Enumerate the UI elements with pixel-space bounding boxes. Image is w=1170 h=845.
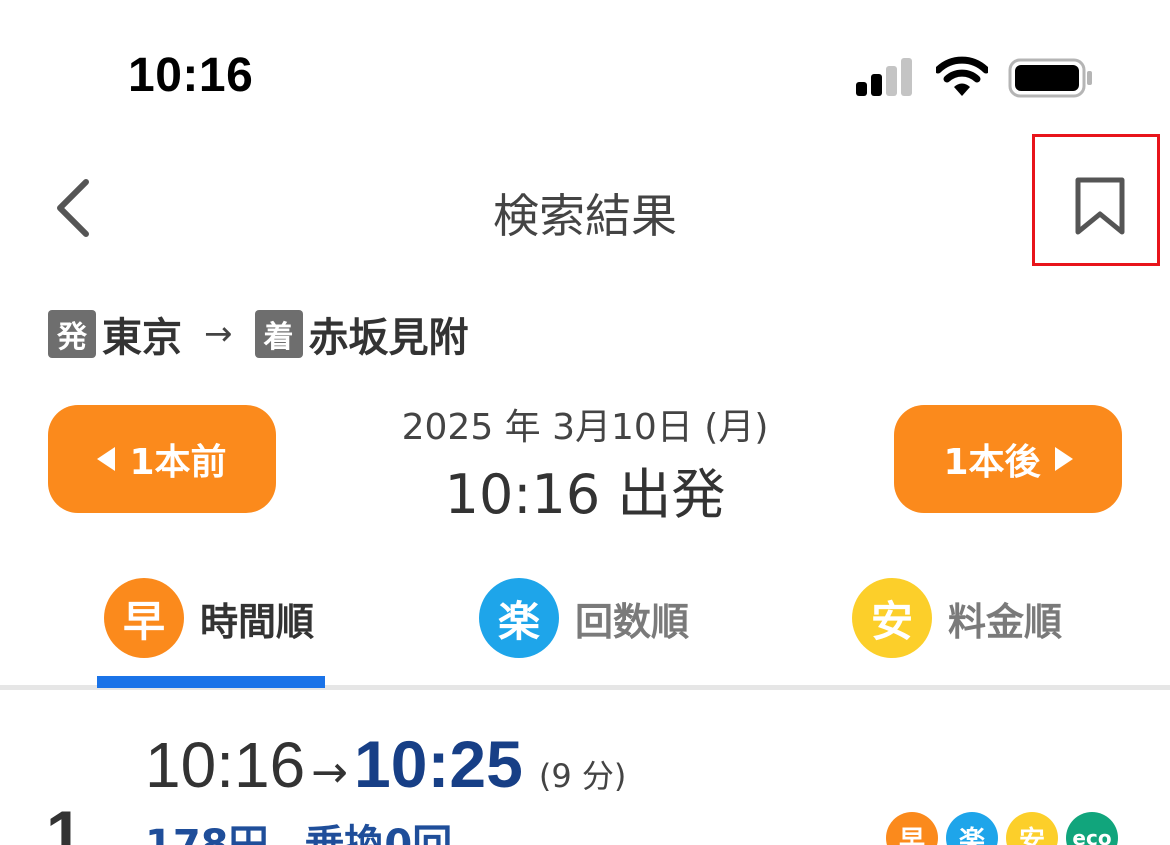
result-arrival-time: 10:25 (354, 727, 523, 801)
result-badges: 早 楽 安 eco (886, 812, 1126, 845)
fast-badge: 早 (886, 812, 938, 845)
next-train-button[interactable]: 1本後 (894, 405, 1122, 513)
departure-tag: 発 (48, 310, 96, 358)
tab-label: 時間順 (200, 599, 315, 644)
bookmark-button[interactable] (1032, 134, 1160, 266)
departure-time-label: 10:16 出発 (444, 463, 726, 526)
selected-tab-indicator (97, 676, 325, 688)
tab-label: 回数順 (575, 599, 690, 644)
result-times[interactable]: 10:16 → 10:25 (9 分) (145, 726, 627, 801)
tab-fare-order[interactable]: 安 料金順 (852, 578, 1062, 658)
result-departure-time: 10:16 (145, 729, 306, 801)
tab-transfer-order[interactable]: 楽 回数順 (479, 578, 689, 658)
bookmark-icon (1075, 177, 1125, 235)
result-arrow: → (311, 747, 349, 798)
triangle-left-icon (97, 447, 116, 471)
previous-train-label: 1本前 (129, 442, 227, 483)
previous-train-button[interactable]: 1本前 (48, 405, 276, 513)
result-fare-line: 178円 乗換0回 (145, 812, 452, 845)
arrival-station: 赤坂見附 (308, 315, 469, 361)
next-train-label: 1本後 (943, 442, 1041, 483)
eco-badge: eco (1066, 812, 1118, 845)
easy-icon: 楽 (479, 578, 559, 658)
easy-badge: 楽 (946, 812, 998, 845)
cheap-badge: 安 (1006, 812, 1058, 845)
route-summary: 発 東京 → 着 赤坂見附 (48, 306, 469, 362)
result-duration: (9 分) (538, 757, 627, 795)
cellular-signal-icon (856, 58, 914, 96)
tab-label: 料金順 (948, 599, 1063, 644)
result-transfers: 乗換0回 (304, 822, 453, 845)
status-time: 10:16 (128, 49, 254, 102)
wifi-icon (936, 56, 988, 96)
result-fare: 178円 (145, 822, 269, 845)
route-arrow: → (204, 314, 233, 354)
triangle-right-icon (1054, 447, 1073, 471)
search-date: 2025 年 3月10日 (月) (401, 407, 769, 448)
tab-time-order[interactable]: 早 時間順 (104, 578, 314, 658)
fast-icon: 早 (104, 578, 184, 658)
cheap-icon: 安 (852, 578, 932, 658)
result-index: 1 (46, 797, 83, 845)
battery-icon (1008, 58, 1092, 98)
page-title: 検索結果 (493, 189, 677, 243)
departure-station: 東京 (102, 315, 182, 361)
arrival-tag: 着 (254, 310, 303, 358)
